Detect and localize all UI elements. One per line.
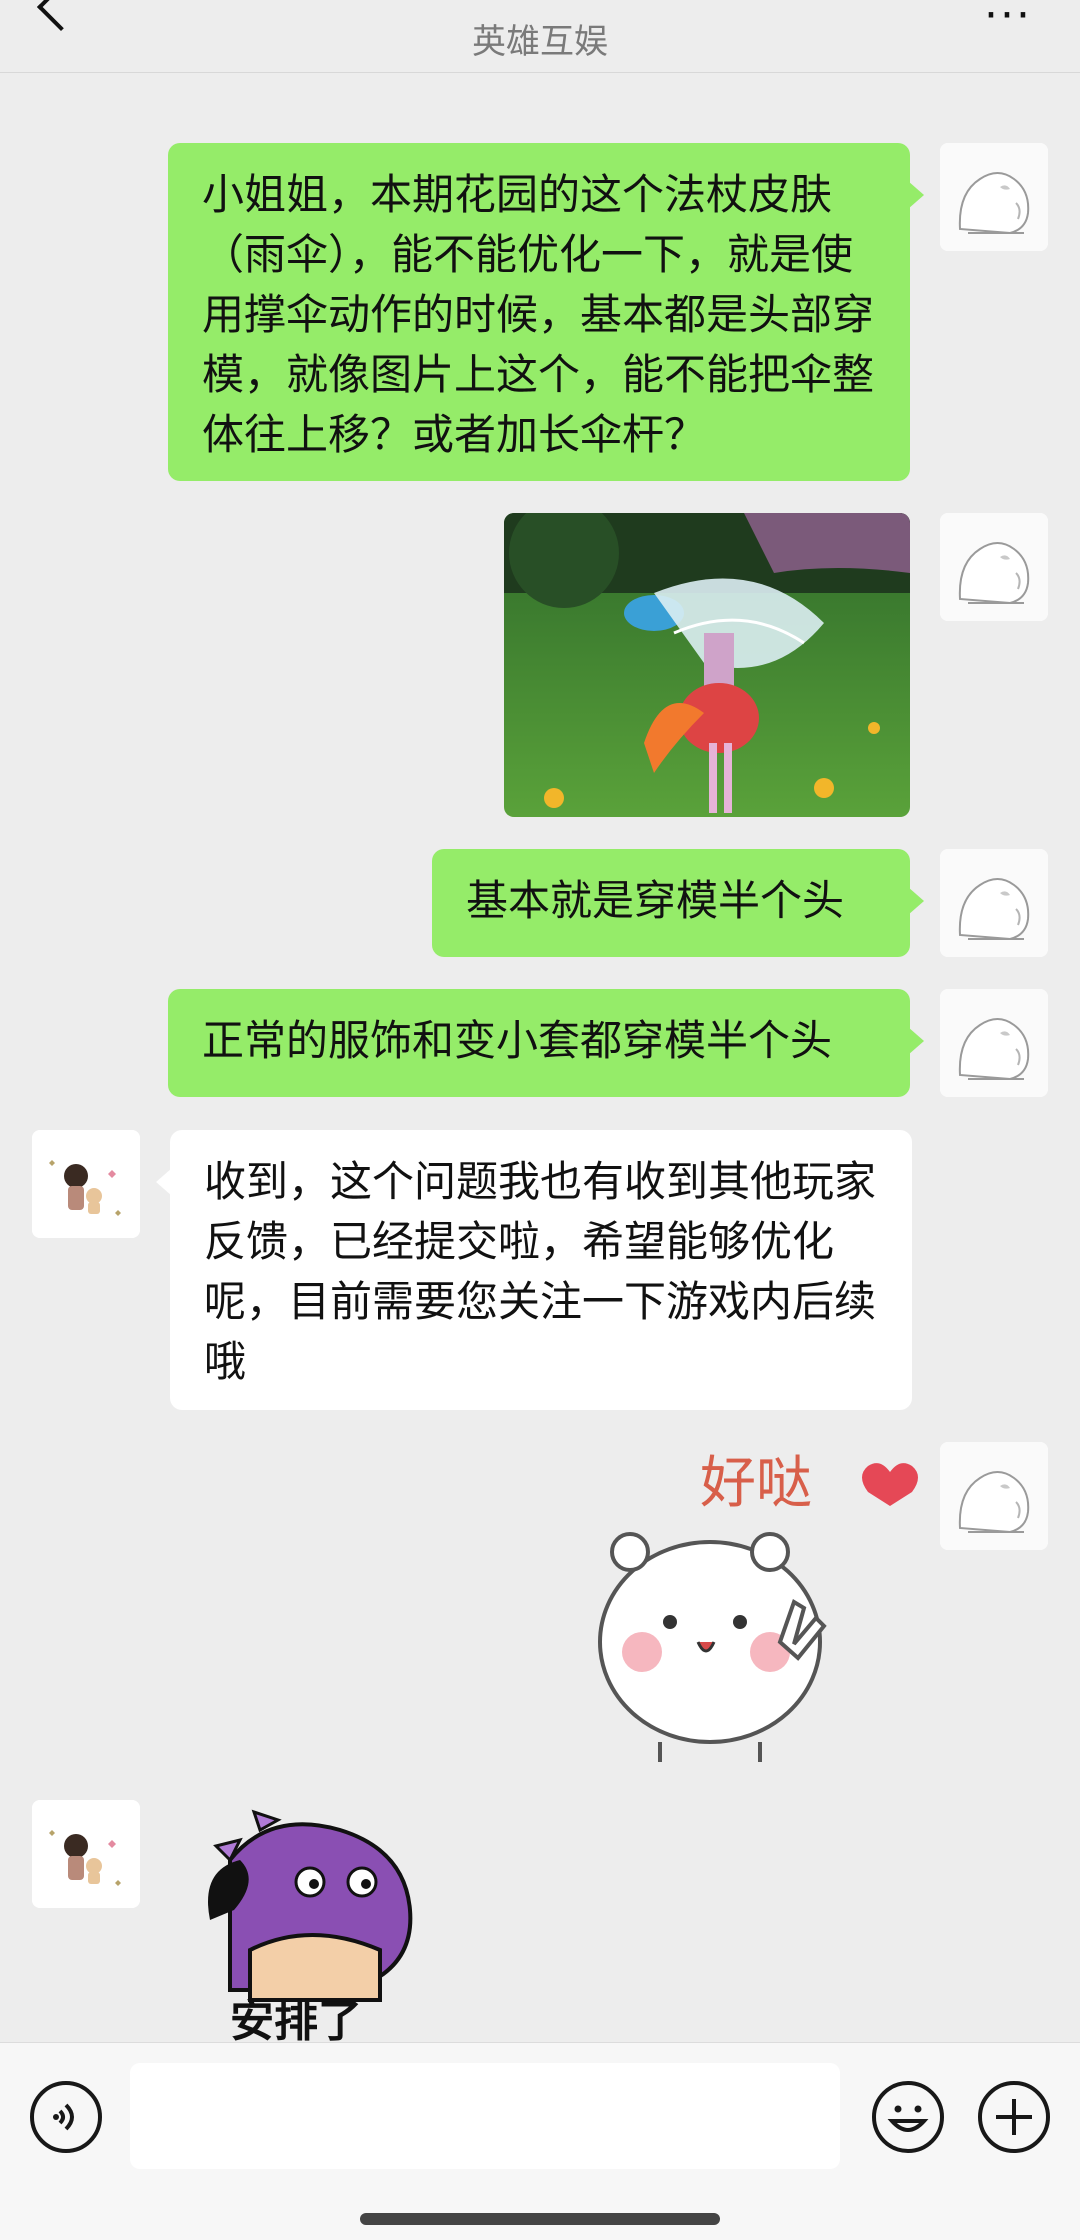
avatar-other[interactable] <box>32 1800 140 1908</box>
emoji-icon[interactable] <box>872 2081 944 2153</box>
more-dots-icon[interactable]: ··· <box>984 0 1032 41</box>
message-text: 收到，这个问题我也有收到其他玩家反馈，已经提交啦，希望能够优化呢，目前需要您关注… <box>204 1157 877 1386</box>
avatar-self[interactable] <box>940 1442 1048 1550</box>
message-bubble-self[interactable]: 正常的服饰和变小套都穿模半个头 <box>168 989 924 1097</box>
home-indicator <box>360 2213 720 2225</box>
message-input[interactable] <box>130 2063 840 2169</box>
avatar-self[interactable] <box>940 143 1048 251</box>
chat-subtitle: 英雄互娱 <box>472 22 608 62</box>
voice-icon[interactable] <box>30 2081 102 2153</box>
message-image[interactable] <box>504 513 910 817</box>
plus-icon[interactable] <box>978 2081 1050 2153</box>
message-text: 正常的服饰和变小套都穿模半个头 <box>202 1016 833 1065</box>
chat-area[interactable]: 小姐姐，本期花园的这个法杖皮肤（雨伞），能不能优化一下，就是使用撑伞动作的时候，… <box>0 72 1080 2042</box>
message-bubble-self[interactable]: 小姐姐，本期花园的这个法杖皮肤（雨伞），能不能优化一下，就是使用撑伞动作的时候，… <box>168 143 924 481</box>
avatar-self[interactable] <box>940 849 1048 957</box>
top-bar: 英雄互娱 ··· <box>0 0 1080 73</box>
sticker-bear[interactable]: 好哒 <box>590 1442 930 1764</box>
avatar-self[interactable] <box>940 989 1048 1097</box>
message-bubble-self[interactable]: 基本就是穿模半个头 <box>432 849 924 957</box>
avatar-other[interactable] <box>32 1130 140 1238</box>
message-text: 小姐姐，本期花园的这个法杖皮肤（雨伞），能不能优化一下，就是使用撑伞动作的时候，… <box>202 170 875 459</box>
sticker-text: 安排了 <box>230 1996 362 2042</box>
sticker-dino[interactable]: 安排了 <box>190 1800 430 2042</box>
sticker-text: 好哒 <box>700 1451 812 1516</box>
input-bar <box>0 2042 1080 2240</box>
message-text: 基本就是穿模半个头 <box>466 876 845 925</box>
avatar-self[interactable] <box>940 513 1048 621</box>
message-bubble-other[interactable]: 收到，这个问题我也有收到其他玩家反馈，已经提交啦，希望能够优化呢，目前需要您关注… <box>156 1130 912 1410</box>
